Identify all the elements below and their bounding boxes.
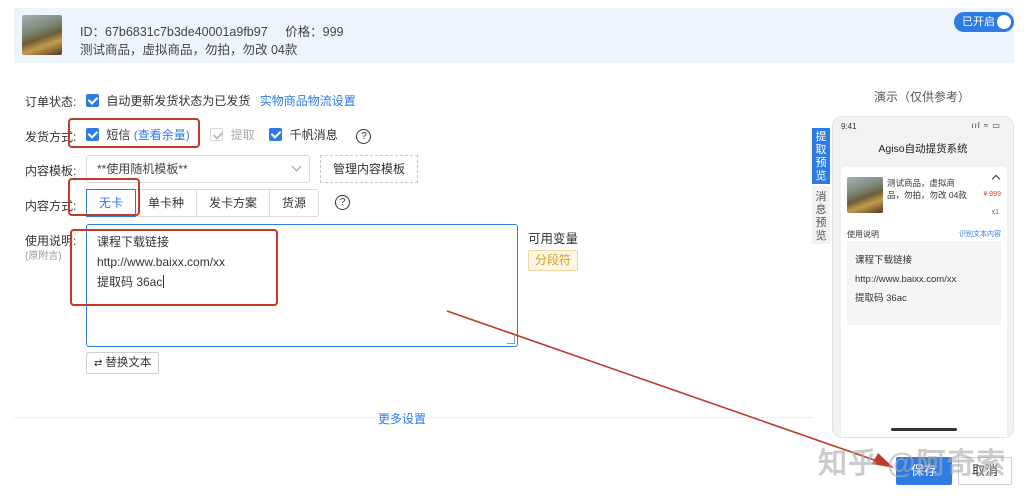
tab-message-preview[interactable]: 消息预览 (812, 186, 830, 244)
auto-ship-checkbox[interactable] (86, 94, 99, 107)
help-icon[interactable]: ? (335, 195, 350, 210)
preview-usage-label: 使用说明 (847, 230, 879, 239)
auto-ship-text: 自动更新发货状态为已发货 (106, 94, 251, 108)
manage-template-button[interactable]: 管理内容模板 (320, 155, 419, 183)
phone-preview: 9:41 ııl ≈ ▭ Agiso自动提货系统 测试商品，虚拟商品，勿拍，勿改… (832, 116, 1014, 438)
preview-usage-box: 课程下载链接 http://www.baixx.com/xx 提取码 36ac (847, 241, 1001, 325)
available-vars-label: 可用变量 (528, 232, 579, 246)
tab-extract-preview[interactable]: 提取预览 (812, 128, 830, 184)
instructions-sublabel: (原附言) (25, 251, 62, 262)
preview-card: 测试商品，虚拟商品，勿拍，勿改 04款 ¥ 999 x1 使用说明 识别文本内容… (841, 167, 1007, 437)
product-id-price: ID：67b6831c7b3de40001a9fb97 价格：999 (80, 21, 358, 40)
toggle-label: 已开启 (962, 16, 995, 28)
replace-text-label: 替换文本 (105, 357, 152, 369)
qianniu-text: 千帆消息 (289, 128, 338, 142)
phone-app-title: Agiso自动提货系统 (878, 143, 968, 155)
resize-handle-icon[interactable] (507, 336, 515, 344)
product-description: 测试商品，虚拟商品，勿拍，勿改 04款 (80, 43, 298, 57)
chevron-up-icon[interactable] (991, 174, 1001, 184)
logistics-settings-link[interactable]: 实物商品物流设置 (260, 94, 356, 108)
chevron-down-icon (291, 161, 302, 172)
sms-checkbox[interactable] (86, 128, 99, 141)
template-selected: **使用随机模板** (97, 162, 188, 176)
product-thumbnail (22, 15, 62, 55)
preview-thumbnail (847, 177, 883, 213)
auto-ship-option[interactable]: 自动更新发货状态为已发货 实物商品物流设置 (86, 92, 356, 109)
preview-header: 演示（仅供参考） (874, 90, 971, 104)
preview-price: ¥ 999 (983, 191, 1001, 198)
ship-method-options: 短信 (查看余量) 提取 千帆消息 ? (86, 126, 372, 144)
preview-line: http://www.baixx.com/xx (855, 274, 957, 285)
more-settings-link[interactable]: 更多设置 (376, 410, 429, 427)
preview-usage-link[interactable]: 识别文本内容 (959, 229, 1001, 239)
enable-toggle[interactable]: 已开启 (954, 12, 1014, 32)
extract-text: 提取 (230, 128, 255, 142)
sms-text: 短信 (106, 128, 131, 142)
extract-checkbox[interactable] (210, 128, 224, 141)
preview-line: 提取码 36ac (855, 293, 907, 304)
sms-balance-link[interactable]: (查看余量) (134, 128, 190, 142)
template-label: 内容模板: (25, 164, 77, 178)
product-id: ID：67b6831c7b3de40001a9fb97 (80, 25, 268, 39)
qianniu-checkbox[interactable] (269, 128, 283, 141)
preview-product-text: 测试商品，虚拟商品，勿拍，勿改 04款 (887, 178, 967, 200)
content-option-card-plan[interactable]: 发卡方案 (197, 190, 271, 216)
product-price: 价格：999 (285, 25, 344, 39)
content-option-supply[interactable]: 货源 (270, 190, 318, 216)
watermark: 知乎 @阿奇索 (818, 448, 1007, 480)
preview-qty: x1 (991, 209, 999, 216)
order-status-label: 订单状态: (25, 95, 77, 109)
replace-text-button[interactable]: ⇄ 替换文本 (86, 352, 160, 374)
help-icon[interactable]: ? (356, 129, 372, 144)
home-indicator (891, 428, 957, 431)
annotation-box-instructions (70, 229, 278, 306)
preview-line: 课程下载链接 (855, 255, 913, 266)
content-option-single-card[interactable]: 单卡种 (136, 190, 198, 216)
annotation-box-method (68, 178, 140, 216)
toggle-knob (997, 15, 1011, 29)
replace-icon: ⇄ (94, 358, 103, 369)
phone-time: 9:41 (841, 122, 857, 131)
separator-tag[interactable]: 分段符 (528, 250, 579, 271)
phone-signal-icon: ııl ≈ ▭ (971, 121, 1001, 130)
product-bar: ID：67b6831c7b3de40001a9fb97 价格：999 测试商品，… (14, 8, 1014, 63)
